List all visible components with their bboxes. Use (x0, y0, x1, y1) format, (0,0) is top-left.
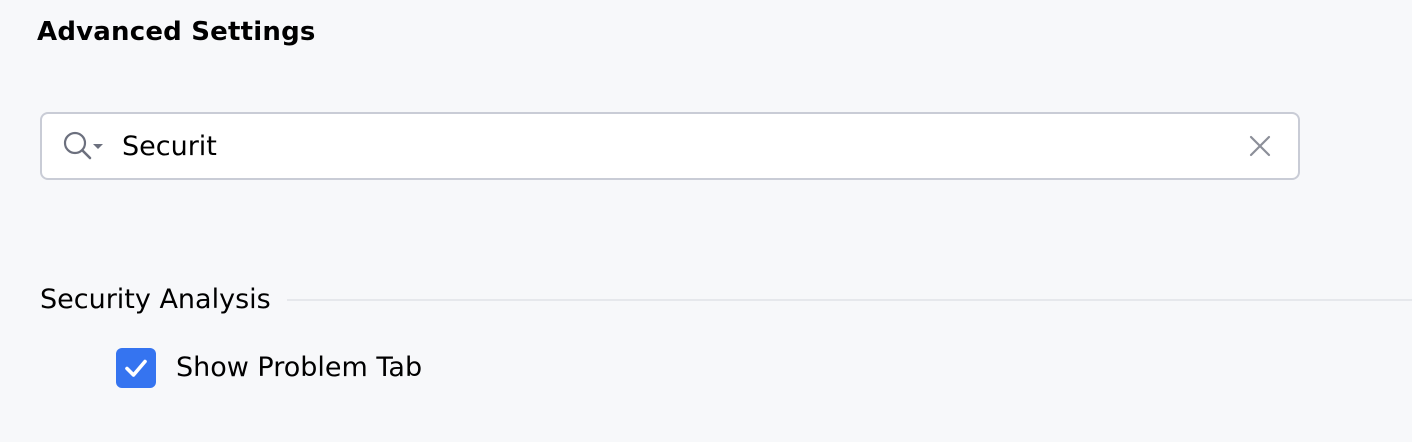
show-problem-tab-checkbox[interactable] (116, 348, 156, 388)
page-title: Advanced Settings (37, 17, 316, 47)
search-box (40, 112, 1300, 180)
search-icon[interactable] (62, 130, 108, 164)
search-input[interactable] (122, 126, 1222, 166)
section-header: Security Analysis (40, 280, 1412, 320)
checkmark-icon (125, 359, 147, 377)
show-problem-tab-label: Show Problem Tab (176, 352, 423, 383)
section-title: Security Analysis (40, 284, 271, 315)
close-icon[interactable] (1246, 132, 1274, 160)
show-problem-tab-option[interactable]: Show Problem Tab (116, 348, 422, 388)
section-divider (286, 299, 1412, 301)
